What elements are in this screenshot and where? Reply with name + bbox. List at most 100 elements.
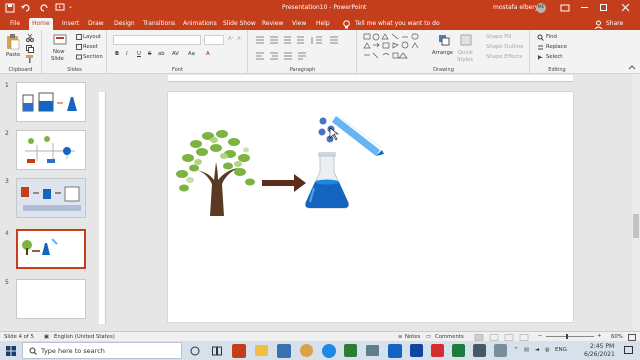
tab-draw[interactable]: Draw (85, 18, 107, 30)
redo-icon[interactable] (40, 3, 50, 13)
tray-expand-icon[interactable]: ^ (514, 347, 518, 353)
shapes-gallery[interactable] (363, 33, 427, 63)
change-case-button[interactable]: Aa (188, 51, 195, 57)
layout-button[interactable]: Layout (83, 34, 101, 40)
chrome-icon[interactable] (300, 344, 313, 357)
autosave-icon[interactable] (5, 3, 15, 13)
font-size-box[interactable] (204, 35, 224, 45)
edge-icon[interactable] (322, 344, 336, 358)
tab-animations[interactable]: Animations (180, 18, 220, 30)
section-button[interactable]: Section (83, 54, 103, 60)
paragraph-controls[interactable] (254, 35, 352, 65)
avatar[interactable]: ME (536, 3, 546, 13)
app-icon-green[interactable] (344, 344, 357, 357)
qat-more-icon[interactable]: ⌄ (68, 3, 73, 10)
select-button[interactable]: Select (546, 54, 562, 60)
slide-thumbnail-1[interactable] (16, 82, 86, 122)
cortana-icon[interactable] (190, 346, 200, 356)
text-shadow-button[interactable]: ab (158, 51, 165, 57)
volume-icon[interactable]: ◄ (535, 347, 539, 353)
quick-styles-button-line2[interactable]: Styles (457, 57, 473, 63)
format-painter-icon[interactable] (26, 55, 34, 63)
present-icon[interactable] (55, 3, 65, 13)
bold-button[interactable]: B (115, 51, 119, 57)
shrink-font-icon[interactable]: A⁻ (237, 36, 243, 42)
fit-slide-icon[interactable] (628, 334, 636, 341)
tab-design[interactable]: Design (111, 18, 138, 30)
paste-button[interactable]: Paste (6, 52, 20, 58)
shape-fill-button[interactable]: Shape Fill (486, 34, 511, 40)
tab-home[interactable]: Home (29, 18, 53, 30)
collapse-ribbon-icon[interactable] (628, 64, 636, 70)
tab-transitions[interactable]: Transitions (140, 18, 178, 30)
undo-icon[interactable] (20, 3, 34, 13)
grow-font-icon[interactable]: A⁺ (228, 36, 234, 42)
new-slide-icon[interactable] (53, 33, 67, 47)
flask-image[interactable] (305, 152, 349, 209)
paste-icon[interactable] (6, 34, 20, 50)
tab-review[interactable]: Review (259, 18, 286, 30)
file-explorer-icon[interactable] (255, 345, 268, 356)
copy-icon[interactable] (26, 45, 34, 53)
user-name[interactable]: mostafa elbery (493, 4, 538, 11)
photos-icon[interactable] (277, 344, 291, 358)
word-icon[interactable] (388, 344, 402, 358)
proofing-icon[interactable]: ▣ (44, 334, 49, 340)
slide-thumbnail-3[interactable] (16, 178, 86, 218)
tell-me-search[interactable]: Tell me what you want to do (352, 18, 443, 30)
right-arrow-shape[interactable] (262, 174, 306, 192)
scroll-thumb[interactable] (633, 214, 639, 238)
zoom-slider[interactable] (546, 336, 594, 337)
slide-thumbnail-2[interactable] (16, 130, 86, 170)
powerpoint-taskbar-icon[interactable] (232, 344, 246, 358)
clock-date[interactable]: 6/26/2021 (584, 351, 615, 358)
slide-thumbnail-4[interactable] (16, 229, 86, 269)
arrange-button[interactable]: Arrange (432, 50, 453, 56)
language-bar-icon[interactable]: ◍ (545, 347, 550, 353)
network-icon[interactable]: ▤ (524, 347, 529, 353)
notifications-icon[interactable] (624, 346, 633, 355)
close-icon[interactable] (622, 4, 630, 12)
input-language[interactable]: ENG (555, 347, 567, 353)
tab-file[interactable]: File (7, 18, 23, 30)
taskbar-search[interactable]: Type here to search (22, 342, 182, 359)
reset-button[interactable]: Reset (83, 44, 98, 50)
slide-thumbnail-5[interactable] (16, 279, 86, 319)
tree-image[interactable] (176, 130, 255, 216)
zoom-in-icon[interactable]: + (597, 333, 601, 339)
share-button[interactable]: Share (603, 18, 626, 30)
maximize-icon[interactable] (600, 4, 608, 12)
app-icon-grey[interactable] (366, 345, 379, 356)
font-color-button[interactable]: A (206, 51, 210, 57)
slide-canvas[interactable] (168, 92, 573, 322)
zoom-level[interactable]: 60% (611, 334, 623, 340)
shape-effects-button[interactable]: Shape Effects (486, 54, 522, 60)
app-icon-dark[interactable] (473, 344, 486, 357)
comments-button[interactable]: Comments (435, 334, 464, 340)
find-button[interactable]: Find (546, 34, 557, 40)
vertical-scrollbar[interactable] (632, 74, 640, 330)
ribbon-display-icon[interactable] (560, 4, 570, 12)
quick-styles-button[interactable]: Quick (458, 50, 473, 56)
view-buttons[interactable] (474, 334, 534, 341)
tab-insert[interactable]: Insert (59, 18, 82, 30)
clock-time[interactable]: 2:45 PM (590, 343, 614, 350)
tab-view[interactable]: View (289, 18, 309, 30)
acrobat-icon[interactable] (431, 344, 444, 357)
char-spacing-button[interactable]: AV (172, 51, 179, 57)
zoom-out-icon[interactable]: − (538, 333, 542, 339)
font-name-box[interactable] (113, 35, 201, 45)
underline-button[interactable]: U (137, 51, 141, 57)
new-slide-button-line2[interactable]: Slide (51, 56, 64, 62)
task-view-icon[interactable] (212, 346, 222, 356)
cut-icon[interactable] (26, 34, 34, 42)
app-icon-blue[interactable] (410, 344, 423, 357)
language-indicator[interactable]: English (United States) (54, 334, 115, 340)
notes-button[interactable]: Notes (405, 334, 420, 340)
minimize-icon[interactable] (581, 7, 589, 9)
shape-outline-button[interactable]: Shape Outline (486, 44, 523, 50)
windows-start-icon[interactable] (6, 346, 16, 356)
app-icon-slate[interactable] (494, 344, 507, 357)
tab-help[interactable]: Help (313, 18, 333, 30)
replace-button[interactable]: Replace (546, 44, 567, 50)
